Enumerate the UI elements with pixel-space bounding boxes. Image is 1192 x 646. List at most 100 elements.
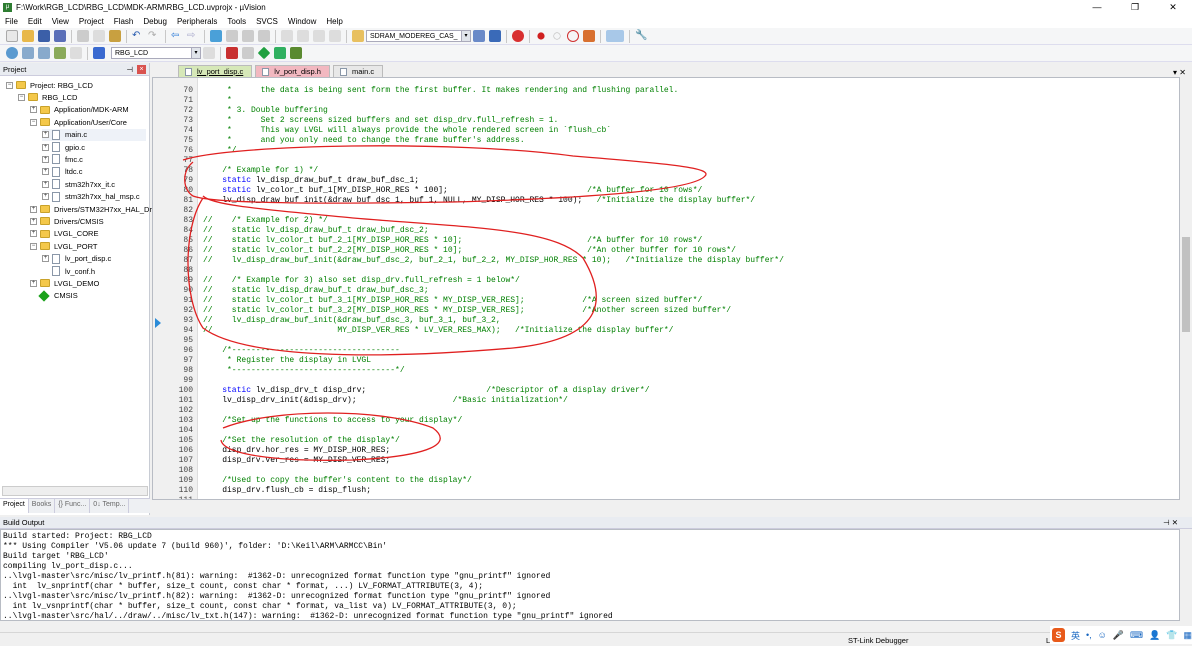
find-icon[interactable] <box>473 30 485 42</box>
code-line[interactable]: * 3. Double buffering <box>203 106 328 116</box>
code-line[interactable]: static lv_disp_drv_t disp_drv; /*Descrip… <box>203 386 649 396</box>
code-line[interactable]: // lv_disp_draw_buf_init(&draw_buf_dsc_3… <box>203 316 501 326</box>
code-line[interactable]: /*----------------------------------- <box>203 346 400 356</box>
find-in-files-icon[interactable] <box>352 30 364 42</box>
save-all-icon[interactable] <box>54 30 66 42</box>
prev-bookmark-icon[interactable] <box>226 30 238 42</box>
unindent-icon[interactable] <box>297 30 309 42</box>
maximize-button[interactable]: ❐ <box>1116 2 1154 13</box>
scrollbar-thumb[interactable] <box>1182 237 1190 332</box>
ime-language[interactable]: 英 <box>1071 629 1080 642</box>
ime-tool-icon[interactable]: ⌨ <box>1130 630 1143 641</box>
ime-tool-icon[interactable]: ☺ <box>1098 630 1107 641</box>
ime-tool-icon[interactable]: 🎤 <box>1113 630 1124 641</box>
tree-item[interactable]: − RBG_LCD <box>18 91 77 103</box>
nav-forward-icon[interactable]: ⇨ <box>187 30 199 42</box>
code-line[interactable]: * and you only need to change the frame … <box>203 136 525 146</box>
collapse-icon[interactable]: − <box>30 242 37 250</box>
code-line[interactable]: // static lv_disp_draw_buf_t draw_buf_ds… <box>203 286 429 296</box>
menu-project[interactable]: Project <box>74 17 109 26</box>
code-line[interactable]: /* Example for 1) */ <box>203 166 318 176</box>
code-line[interactable]: // MY_DISP_VER_RES * LV_VER_RES_MAX); /*… <box>203 326 673 336</box>
sogou-logo-icon[interactable]: S <box>1052 628 1065 642</box>
code-line[interactable]: lv_disp_drv_init(&disp_drv); /*Basic ini… <box>203 396 568 406</box>
build-output-scrollbar[interactable] <box>1180 529 1192 621</box>
editor-vertical-scrollbar[interactable] <box>1180 77 1192 500</box>
tree-item[interactable]: CMSIS <box>30 290 78 302</box>
expand-icon[interactable]: + <box>42 193 49 201</box>
menu-view[interactable]: View <box>47 17 74 26</box>
ime-tool-icon[interactable]: 👕 <box>1166 630 1177 641</box>
expand-icon[interactable]: + <box>30 217 37 225</box>
expand-icon[interactable]: + <box>42 180 49 188</box>
tree-item[interactable]: + lv_port_disp.c <box>42 253 111 265</box>
menu-flash[interactable]: Flash <box>109 17 139 26</box>
code-line[interactable]: // static lv_color_t buf_2_1[MY_DISP_HOR… <box>203 236 702 246</box>
tree-item[interactable]: + LVGL_DEMO <box>30 277 99 289</box>
breakpoint-icon[interactable] <box>537 32 545 40</box>
pin-icon[interactable]: ⊣ ✕ <box>1163 518 1178 527</box>
expand-icon[interactable]: + <box>42 255 49 263</box>
save-icon[interactable] <box>38 30 50 42</box>
download-icon[interactable] <box>93 47 105 59</box>
undo-icon[interactable]: ↶ <box>132 30 144 42</box>
collapse-icon[interactable]: − <box>18 93 25 101</box>
tree-item[interactable]: + stm32h7xx_hal_msp.c <box>42 191 140 203</box>
code-line[interactable]: * the data is being sent form the first … <box>203 86 678 96</box>
tree-item[interactable]: + ltdc.c <box>42 166 83 178</box>
chevron-down-icon[interactable]: ▾ <box>191 48 200 58</box>
bookmark-icon[interactable] <box>210 30 222 42</box>
code-line[interactable]: * This way LVGL will always provide the … <box>203 126 611 136</box>
collapse-icon[interactable]: − <box>30 118 37 126</box>
tree-item[interactable]: lv_conf.h <box>42 265 95 277</box>
kill-breakpoints-icon[interactable] <box>567 30 579 42</box>
code-line[interactable]: // lv_disp_draw_buf_init(&draw_buf_dsc_2… <box>203 256 784 266</box>
menu-peripherals[interactable]: Peripherals <box>172 17 222 26</box>
code-line[interactable]: // /* Example for 2) */ <box>203 216 328 226</box>
code-line[interactable]: * Register the display in LVGL <box>203 356 371 366</box>
comment-icon[interactable] <box>313 30 325 42</box>
expand-icon[interactable]: + <box>42 143 49 151</box>
nav-back-icon[interactable]: ⇦ <box>171 30 183 42</box>
code-line[interactable]: * Set 2 screens sized buffers and set di… <box>203 116 558 126</box>
expand-icon[interactable]: + <box>42 168 49 176</box>
tab-controls[interactable]: ▾ ✕ <box>1173 68 1186 77</box>
expand-icon[interactable]: + <box>30 205 37 213</box>
code-line[interactable]: /*Set the resolution of the display*/ <box>203 436 400 446</box>
tree-item[interactable]: − Project: RBG_LCD <box>6 79 93 91</box>
tree-item[interactable]: + stm32h7xx_it.c <box>42 178 115 190</box>
tab-functions[interactable]: {} Func... <box>55 499 91 513</box>
ime-tool-icon[interactable]: ▦ <box>1183 630 1192 641</box>
close-button[interactable]: ✕ <box>1154 2 1192 13</box>
menu-file[interactable]: File <box>0 17 23 26</box>
translate-icon[interactable] <box>6 47 18 59</box>
breakpoint-list-icon[interactable] <box>583 30 595 42</box>
code-line[interactable]: static lv_disp_draw_buf_t draw_buf_dsc_1… <box>203 176 419 186</box>
code-line[interactable]: */ <box>203 146 237 156</box>
tree-item[interactable]: + Drivers/CMSIS <box>30 215 104 227</box>
tab-lv-port-disp-c[interactable]: lv_port_disp.c <box>178 65 253 77</box>
code-line[interactable]: disp_drv.ver_res = MY_DISP_VER_RES; <box>203 456 390 466</box>
project-horizontal-scrollbar[interactable] <box>2 486 148 496</box>
paste-icon[interactable] <box>109 30 121 42</box>
indent-icon[interactable] <box>281 30 293 42</box>
code-line[interactable]: disp_drv.hor_res = MY_DISP_HOR_RES; <box>203 446 390 456</box>
tree-item[interactable]: + Drivers/STM32H7xx_HAL_Dri <box>30 203 154 215</box>
tree-item[interactable]: − LVGL_PORT <box>30 240 98 252</box>
menu-help[interactable]: Help <box>321 17 347 26</box>
rebuild-icon[interactable] <box>38 47 50 59</box>
tab-project[interactable]: Project <box>0 499 29 513</box>
expand-icon[interactable]: + <box>42 131 49 139</box>
pin-icon[interactable]: ⊣ <box>126 65 133 74</box>
build-output-log[interactable]: Build started: Project: RBG_LCD *** Using… <box>0 529 1180 621</box>
incremental-find-icon[interactable] <box>489 30 501 42</box>
find-combo[interactable]: SDRAM_MODEREG_CAS_ ▾ <box>366 30 471 42</box>
code-line[interactable]: * <box>203 96 232 106</box>
tab-lv-port-disp-h[interactable]: lv_port_disp.h <box>255 65 330 77</box>
code-line[interactable]: *----------------------------------*/ <box>203 366 405 376</box>
code-line[interactable]: // /* Example for 3) also set disp_drv.f… <box>203 276 520 286</box>
code-line[interactable]: // static lv_color_t buf_3_2[MY_DISP_HOR… <box>203 306 731 316</box>
expand-icon[interactable]: + <box>30 279 37 287</box>
open-file-icon[interactable] <box>22 30 34 42</box>
debug-session-icon[interactable] <box>512 30 524 42</box>
